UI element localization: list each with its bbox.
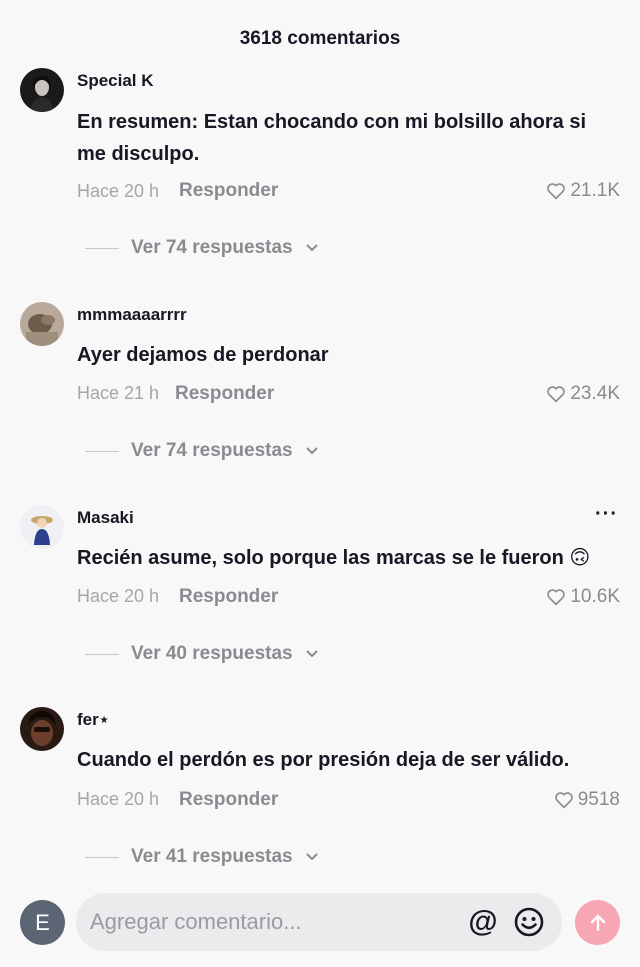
view-replies-button[interactable]: Ver 41 respuestas [85,846,319,868]
like-button[interactable]: 10.6K [546,586,620,608]
like-count: 9518 [577,789,620,810]
chevron-down-icon [305,244,318,252]
send-button[interactable] [575,900,620,945]
divider-line [85,856,119,858]
like-count: 23.4K [570,383,620,404]
heart-icon [547,589,566,606]
comment-input[interactable] [90,893,460,951]
avatar[interactable] [20,505,64,549]
comment-username[interactable]: Masaki [77,508,134,528]
view-replies-label: Ver 74 respuestas [131,440,293,461]
comment-text: Recién asume, solo porque las marcas se … [77,547,591,569]
comment-username[interactable]: mmmaaaarrrr [77,305,187,325]
like-count: 10.6K [570,586,620,607]
heart-icon [547,183,566,200]
comment-username[interactable]: Special K [77,71,154,91]
comment-text: Ayer dejamos de perdonar [77,344,329,366]
comment-time: Hace 20 h [77,586,160,606]
comment-time: Hace 20 h [77,789,160,809]
like-button[interactable]: 21.1K [546,180,620,202]
like-button[interactable]: 23.4K [546,383,620,405]
avatar[interactable] [20,707,64,751]
heart-icon [547,386,566,403]
view-replies-button[interactable]: Ver 74 respuestas [85,237,319,259]
like-count: 21.1K [570,180,620,201]
chevron-down-icon [305,447,318,455]
reply-button[interactable]: Responder [179,789,278,811]
send-arrow-icon [590,914,605,931]
view-replies-button[interactable]: Ver 74 respuestas [85,440,319,462]
view-replies-button[interactable]: Ver 40 respuestas [85,643,319,665]
view-replies-label: Ver 41 respuestas [131,846,293,867]
divider-line [85,247,119,249]
comment-input-container: @ [76,893,562,951]
chevron-down-icon [305,853,318,861]
comment-time: Hace 21 h [77,383,160,403]
comment-text: Cuando el perdón es por presión deja de … [77,749,570,771]
like-button[interactable]: 9518 [554,789,620,811]
reply-button[interactable]: Responder [175,383,274,405]
comments-count-title: 3618 comentarios [239,28,401,49]
view-replies-label: Ver 74 respuestas [131,237,293,258]
reply-button[interactable]: Responder [179,180,278,202]
view-replies-label: Ver 40 respuestas [131,643,293,664]
emoji-icon[interactable] [512,905,546,939]
comment-username[interactable]: fer⋆ [77,710,109,730]
divider-line [85,450,119,452]
comment-text: En resumen: Estan chocando con mi bolsil… [77,111,586,165]
reply-button[interactable]: Responder [179,586,278,608]
comment-time: Hace 20 h [77,181,160,201]
divider-line [85,653,119,655]
avatar[interactable] [20,68,64,112]
heart-icon [554,792,573,809]
avatar[interactable] [20,302,64,346]
chevron-down-icon [305,650,318,658]
comment-composer: E @ [0,888,640,967]
mention-icon[interactable]: @ [466,905,500,939]
more-options-button[interactable]: ··· [595,503,618,526]
current-user-avatar[interactable]: E [20,900,65,945]
